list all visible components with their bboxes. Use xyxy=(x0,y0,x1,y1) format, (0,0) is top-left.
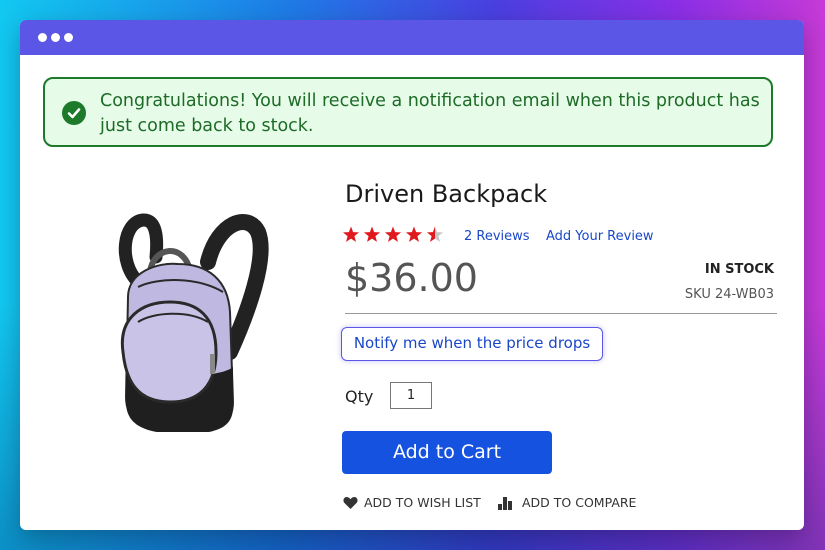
browser-window: Congratulations! You will receive a noti… xyxy=(20,20,804,530)
alert-message: Congratulations! You will receive a noti… xyxy=(100,91,760,136)
add-to-cart-button[interactable]: Add to Cart xyxy=(342,431,552,474)
window-dot-icon xyxy=(51,33,60,42)
product-title: Driven Backpack xyxy=(345,180,548,208)
reviews-link[interactable]: 2 Reviews xyxy=(464,229,530,244)
compare-label: ADD TO COMPARE xyxy=(522,495,637,510)
star-icon xyxy=(384,226,402,242)
qty-label: Qty xyxy=(345,387,374,406)
rating-stars xyxy=(342,225,448,245)
backpack-image xyxy=(98,202,278,434)
star-icon xyxy=(426,226,444,242)
qty-input[interactable]: 1 xyxy=(390,382,432,409)
star-icon xyxy=(405,226,423,242)
wish-list-label: ADD TO WISH LIST xyxy=(364,495,481,510)
window-titlebar xyxy=(20,20,804,55)
heart-icon xyxy=(343,497,358,509)
add-review-link[interactable]: Add Your Review xyxy=(546,229,654,244)
divider xyxy=(345,313,777,314)
success-alert: Congratulations! You will receive a noti… xyxy=(43,77,773,147)
stock-status: IN STOCK xyxy=(704,262,774,277)
window-dot-icon xyxy=(64,33,73,42)
bar-chart-icon xyxy=(498,497,512,510)
window-dot-icon xyxy=(38,33,47,42)
product-sku: SKU 24-WB03 xyxy=(684,287,774,302)
star-icon xyxy=(342,226,360,242)
notify-price-drop-button[interactable]: Notify me when the price drops xyxy=(341,327,603,361)
check-circle-icon xyxy=(62,101,86,125)
star-icon xyxy=(363,226,381,242)
product-price: $36.00 xyxy=(345,256,478,300)
